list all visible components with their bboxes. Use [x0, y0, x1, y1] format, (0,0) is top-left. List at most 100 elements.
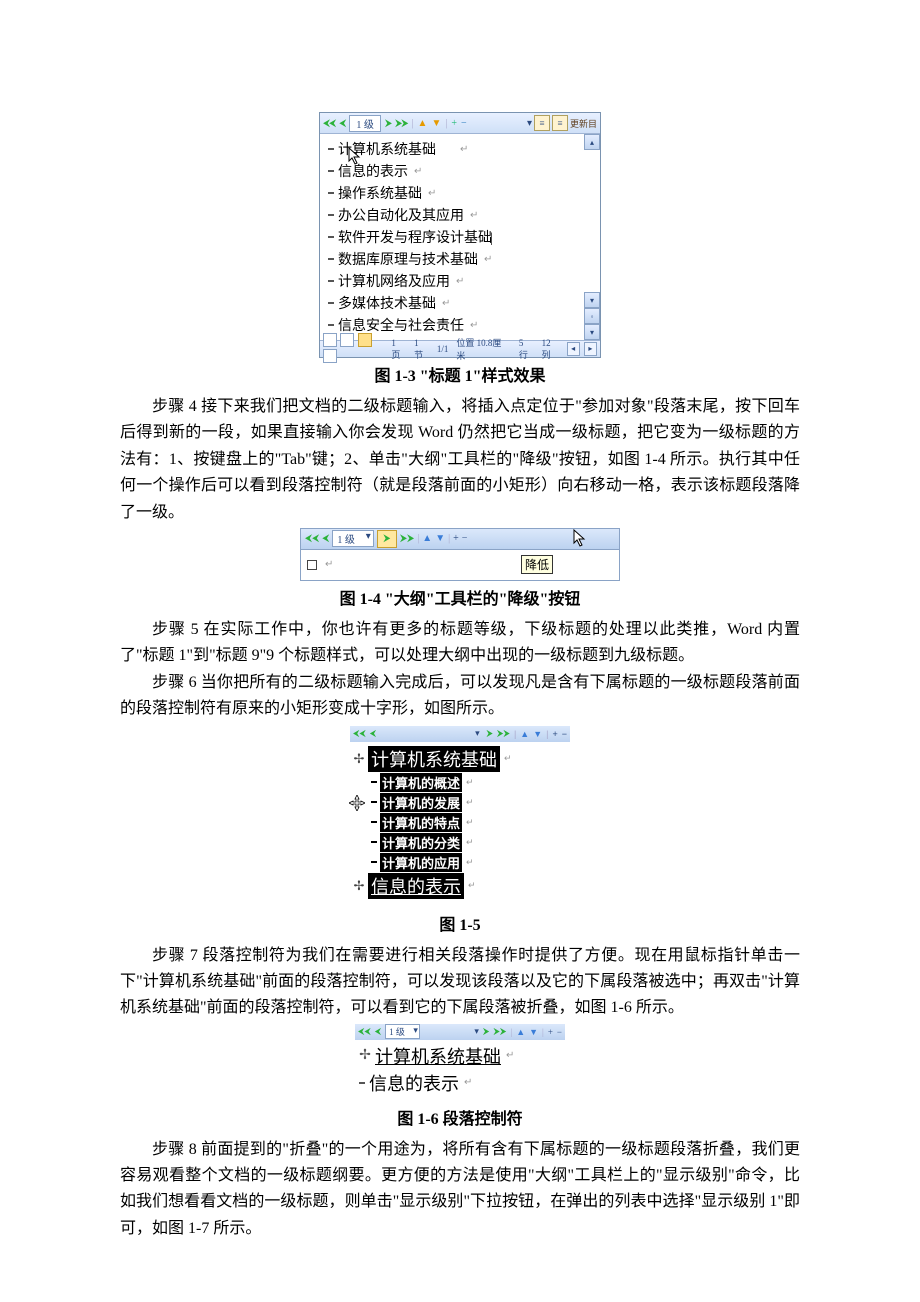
demote-icon[interactable]: ⮞ — [486, 728, 493, 739]
hscroll-left-icon[interactable]: ◂ — [567, 342, 580, 356]
heading-1-label: 计算机系统基础 — [368, 746, 500, 772]
expand-icon[interactable]: + — [451, 118, 457, 129]
return-icon: ↵ — [506, 1050, 514, 1061]
paragraph-step-7: 步骤 7 段落控制符为我们在需要进行相关段落操作时提供了方便。现在用鼠标指针单击… — [120, 943, 800, 1022]
paragraph-step-6: 步骤 6 当你把所有的二级标题输入完成后，可以发现凡是含有下属标题的一级标题段落… — [120, 670, 800, 723]
outline-toolbar: ⮜⮜ ⮜ 1 级 ⮞ ⮞⮞ | ▲ ▼ | + − ▾ ≡ ≡ 更新目 — [320, 113, 600, 134]
cursor-icon — [573, 529, 587, 549]
return-icon: ↵ — [428, 188, 436, 199]
outline-pane-fig1-3: ⮜⮜ ⮜ 1 级 ⮞ ⮞⮞ | ▲ ▼ | + − ▾ ≡ ≡ 更新目 ▴ — [319, 112, 601, 358]
bullet-icon — [371, 861, 377, 863]
move-down-icon[interactable]: ▼ — [533, 729, 542, 739]
browse-next-icon[interactable]: ▾ — [584, 324, 600, 340]
return-icon: ↵ — [466, 817, 474, 828]
paragraph-step-4: 步骤 4 接下来我们把文档的二级标题输入，将插入点定位于"参加对象"段落末尾，按… — [120, 394, 800, 526]
demote-double-icon[interactable]: ⮞⮞ — [493, 1026, 506, 1037]
status-bar: 1 页 1 节 1/1 位置 10.8厘米 5 行 12 列 ◂ ▸ — [320, 340, 600, 357]
toc-icon-a[interactable]: ≡ — [534, 115, 550, 131]
return-icon: ↵ — [484, 254, 492, 265]
bullet-icon — [328, 280, 334, 282]
dropdown-icon[interactable]: ▾ — [474, 1026, 479, 1037]
outline-item-label: 软件开发与程序设计基础 — [338, 227, 493, 247]
bullet-icon — [328, 258, 334, 260]
heading-2-label: 计算机的概述 — [380, 773, 462, 792]
cursor-icon — [348, 147, 362, 167]
view-print-icon[interactable] — [323, 349, 337, 363]
return-icon: ↵ — [460, 144, 468, 155]
promote-double-icon[interactable]: ⮜⮜ — [358, 1026, 371, 1037]
bullet-icon — [371, 841, 377, 843]
return-icon: ↵ — [456, 276, 464, 287]
level-dropdown[interactable]: 1 级 — [349, 115, 381, 132]
collapse-icon[interactable]: − — [461, 118, 467, 129]
outline-item-label: 多媒体技术基础 — [338, 293, 436, 313]
browse-prev-icon[interactable]: ◦ — [584, 308, 600, 324]
toc-icon-b[interactable]: ≡ — [552, 115, 568, 131]
demote-double-icon[interactable]: ⮞⮞ — [497, 728, 510, 739]
dropdown-icon[interactable]: ▾ — [527, 118, 532, 129]
bullet-icon — [371, 781, 377, 783]
move-down-icon[interactable]: ▼ — [529, 1027, 538, 1037]
promote-double-icon[interactable]: ⮜⮜ — [353, 728, 366, 739]
figure-caption-1-6: 图 1-6 段落控制符 — [120, 1105, 800, 1129]
bullet-icon — [328, 236, 334, 238]
move-up-icon[interactable]: ▲ — [520, 729, 529, 739]
expand-icon[interactable]: + — [548, 1027, 553, 1037]
heading-1-label: 信息的表示 — [368, 873, 464, 899]
move-up-icon[interactable]: ▲ — [516, 1027, 525, 1037]
toolbar: ⮜⮜ ⮜ ▾ ⮞ ⮞⮞ | ▲ ▼ | + − — [350, 726, 570, 742]
collapse-icon[interactable]: − — [557, 1027, 562, 1037]
expand-icon[interactable]: + — [453, 533, 459, 544]
heading-2-label: 计算机的分类 — [380, 833, 462, 852]
expand-handle-icon[interactable]: ✢ — [353, 751, 365, 767]
level-dropdown[interactable]: 1 级 — [332, 530, 374, 547]
demote-button-highlighted[interactable]: ⮞ — [377, 530, 397, 548]
promote-double-icon[interactable]: ⮜⮜ — [305, 533, 319, 544]
promote-icon[interactable]: ⮜ — [375, 1026, 381, 1037]
toolbar: ⮜⮜ ⮜ 1 级 ▾ ⮞ ⮞⮞ | ▲ ▼ | + − — [355, 1024, 565, 1040]
return-icon: ↵ — [466, 857, 474, 868]
promote-icon[interactable]: ⮜ — [322, 533, 329, 544]
bullet-icon — [371, 821, 377, 823]
bullet-icon — [328, 148, 334, 150]
bullet-icon — [328, 170, 334, 172]
return-icon: ↵ — [325, 559, 333, 570]
level-dropdown[interactable]: 1 级 — [385, 1024, 420, 1039]
scroll-down-icon[interactable]: ▾ — [584, 292, 600, 308]
demote-double-icon[interactable]: ⮞⮞ — [395, 118, 407, 129]
promote-icon[interactable]: ⮜ — [339, 118, 345, 129]
status-pages: 1/1 — [435, 344, 451, 354]
heading-2-label: 计算机的发展 — [380, 793, 462, 812]
move-down-icon[interactable]: ▼ — [435, 533, 445, 544]
dropdown-icon[interactable]: ▾ — [472, 728, 482, 739]
expand-handle-icon[interactable]: ✢ — [359, 1047, 371, 1064]
scroll-up-icon[interactable]: ▴ — [584, 134, 600, 150]
update-toc-label[interactable]: 更新目 — [570, 117, 597, 130]
heading-2-label: 计算机的特点 — [380, 813, 462, 832]
demote-double-icon[interactable]: ⮞⮞ — [400, 533, 414, 544]
expand-handle-icon[interactable]: ✢ — [353, 878, 365, 894]
collapse-icon[interactable]: − — [562, 729, 567, 739]
bullet-icon — [328, 214, 334, 216]
return-icon: ↵ — [470, 320, 478, 331]
promote-icon[interactable]: ⮜ — [370, 728, 376, 739]
hscroll-right-icon[interactable]: ▸ — [584, 342, 597, 356]
demote-icon[interactable]: ⮞ — [483, 1026, 490, 1037]
collapse-icon[interactable]: − — [462, 533, 468, 544]
bullet-icon — [371, 801, 377, 803]
bullet-icon — [307, 560, 317, 570]
toolbar-fig1-4: ⮜⮜ ⮜ 1 级 ⮞ ⮞⮞ | ▲ ▼ | + − ↵ 降低 — [300, 528, 620, 581]
promote-double-icon[interactable]: ⮜⮜ — [323, 118, 335, 129]
bullet-icon — [328, 192, 334, 194]
move-up-icon[interactable]: ▲ — [418, 118, 428, 129]
expand-icon[interactable]: + — [552, 729, 557, 739]
return-icon: ↵ — [466, 777, 474, 788]
heading-2-label: 计算机的应用 — [380, 853, 462, 872]
return-icon: ↵ — [466, 797, 474, 808]
status-section: 1 节 — [412, 338, 431, 361]
move-down-icon[interactable]: ▼ — [431, 118, 441, 129]
return-icon: ↵ — [504, 753, 512, 764]
move-cursor-icon — [349, 795, 365, 811]
move-up-icon[interactable]: ▲ — [422, 533, 432, 544]
demote-icon[interactable]: ⮞ — [385, 118, 391, 129]
